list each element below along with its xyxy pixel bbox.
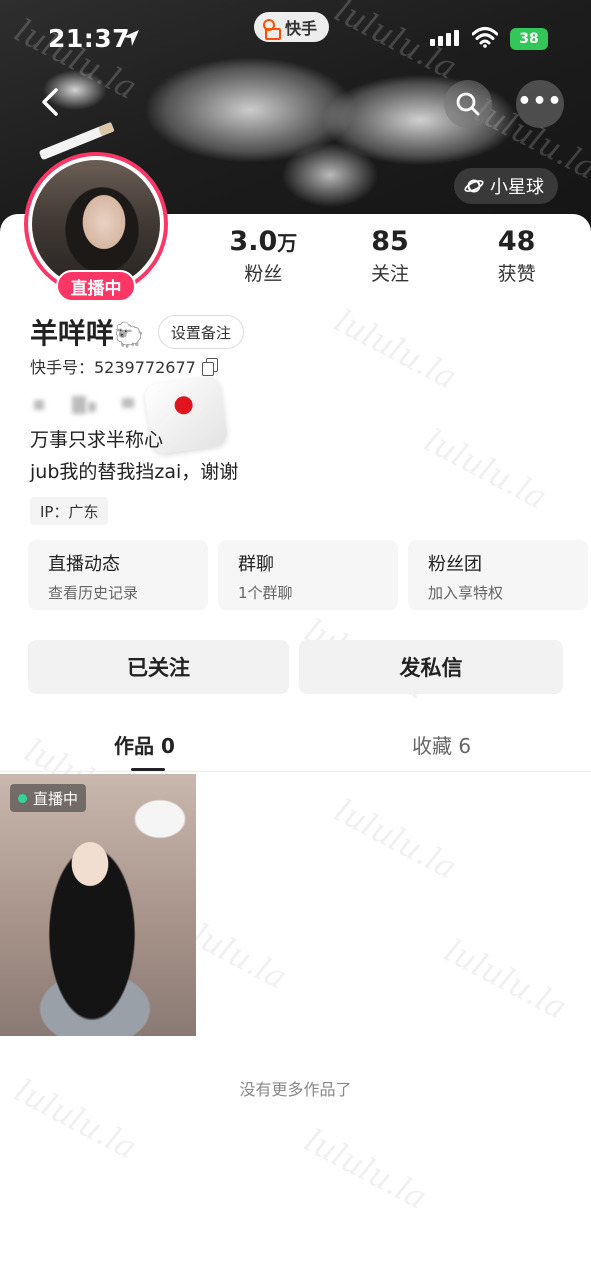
- fan-club-card[interactable]: 粉丝团 加入享特权: [408, 540, 588, 610]
- feature-cards: 直播动态 查看历史记录 群聊 1个群聊 粉丝团 加入享特权: [28, 540, 588, 610]
- sheep-emoji: 🐑: [114, 321, 144, 349]
- planet-label: 小星球: [490, 177, 544, 198]
- app-name: 快手: [285, 19, 318, 38]
- kuaishou-logo-icon: [262, 18, 281, 40]
- live-dot-icon: [18, 793, 27, 803]
- thumbnail-live-badge: 直播中: [10, 784, 87, 812]
- message-button[interactable]: 发私信: [299, 640, 563, 694]
- app-indicator[interactable]: 快手: [254, 12, 330, 42]
- search-icon: [456, 92, 480, 116]
- stat-following[interactable]: 85 关注: [327, 226, 454, 286]
- tab-works[interactable]: 作品 0: [114, 730, 175, 759]
- stat-label: 关注: [371, 263, 410, 285]
- feature-subtitle: 1个群聊: [238, 584, 293, 602]
- feature-title: 粉丝团: [428, 554, 482, 575]
- battery-icon: 38: [510, 28, 548, 50]
- more-button[interactable]: •••: [516, 80, 564, 128]
- bio-line: jub我的替我挡zai，谢谢: [30, 461, 239, 483]
- name-row: 羊咩咩🐑 设置备注: [30, 312, 244, 352]
- location-arrow-icon: [123, 30, 139, 46]
- planet-button[interactable]: 小星球: [454, 168, 558, 204]
- profile-stats: 3.0万 粉丝 85 关注 48 获赞: [200, 226, 580, 286]
- live-history-card[interactable]: 直播动态 查看历史记录: [28, 540, 208, 610]
- more-icon: •••: [517, 88, 563, 114]
- live-stream-thumbnail[interactable]: 直播中: [0, 774, 196, 1036]
- stat-followers[interactable]: 3.0万 粉丝: [200, 226, 327, 286]
- following-button[interactable]: 已关注: [28, 640, 289, 694]
- stat-value: 85: [371, 226, 409, 257]
- set-remark-button[interactable]: 设置备注: [157, 315, 244, 349]
- signal-icon: [430, 30, 459, 46]
- kuaishou-id: 快手号：5239772677: [30, 358, 196, 377]
- stat-likes[interactable]: 48 获赞: [453, 226, 580, 286]
- feature-subtitle: 查看历史记录: [48, 584, 139, 602]
- active-tab-indicator: [131, 768, 165, 771]
- feature-subtitle: 加入享特权: [428, 584, 504, 602]
- tab-favorites[interactable]: 收藏 6: [412, 730, 471, 759]
- stat-value: 48: [497, 226, 536, 257]
- action-buttons: 已关注 发私信: [28, 640, 563, 694]
- profile-bio: 万事只求半称心 jub我的替我挡zai，谢谢: [30, 424, 238, 488]
- copy-icon[interactable]: [201, 358, 218, 376]
- stat-label: 获赞: [497, 263, 536, 285]
- stat-label: 粉丝: [244, 263, 283, 285]
- feature-title: 群聊: [238, 554, 274, 575]
- group-chat-card[interactable]: 群聊 1个群聊: [218, 540, 398, 610]
- bio-line: 万事只求半称心: [30, 429, 164, 451]
- profile-name: 羊咩咩🐑: [30, 317, 144, 350]
- no-more-works: 没有更多作品了: [239, 1080, 352, 1099]
- wifi-icon: [472, 27, 498, 48]
- kuaishou-id-row[interactable]: 快手号：5239772677: [30, 354, 218, 378]
- back-button[interactable]: [30, 82, 70, 122]
- stat-value: 3.0万: [229, 226, 298, 257]
- feature-title: 直播动态: [48, 554, 120, 575]
- battery-level: 38: [519, 31, 539, 47]
- chevron-left-icon: [42, 88, 58, 116]
- ip-location: IP：广东: [30, 497, 109, 525]
- content-tabs: 作品 0 收藏 6: [0, 722, 591, 772]
- avatar-image: [32, 160, 160, 288]
- planet-icon: [464, 179, 484, 193]
- live-badge[interactable]: 直播中: [56, 270, 136, 302]
- status-time: 21:37: [48, 24, 131, 53]
- search-button[interactable]: [444, 80, 492, 128]
- thumbnail-live-label: 直播中: [33, 789, 79, 808]
